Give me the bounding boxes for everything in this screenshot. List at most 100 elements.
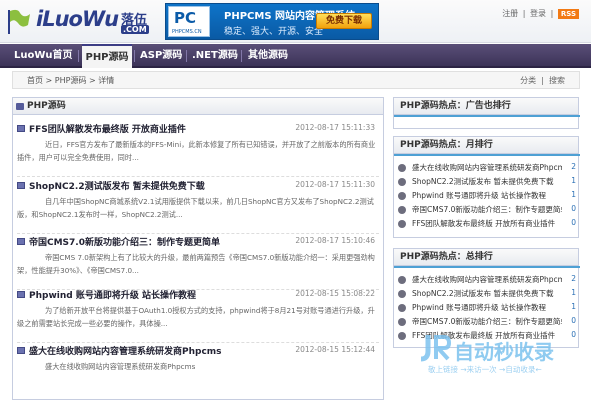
category-link[interactable]: 分类 [520,76,536,85]
nav-divider [186,50,187,62]
nav-divider [134,50,135,62]
rank-count: 1 [571,288,576,297]
sidebar-ad-panel: PHP源码热点：广告也排行 [393,97,580,129]
rank-item[interactable]: Phpwind 账号通即将升级 站长操作教程 1 [398,190,576,203]
phpcms-banner-ad[interactable]: PC PHPCMS.CN PHPCMS 网站内容管理系统 稳定、强大、开源、安全… [165,3,379,40]
accent-bar [394,266,580,268]
sidebar-ad-title: PHP源码热点：广告也排行 [400,101,511,111]
post-date: 2012-08-17 15:11:33 [295,123,375,132]
accent-bar [394,115,580,117]
sidebar-month-ranking: PHP源码热点：月排行 盛大在线收购网站内容管理系统研发商Phpcms 2 Sh… [393,136,580,238]
rank-item[interactable]: 盛大在线收购网站内容管理系统研发商Phpcms 2 [398,162,576,175]
banner-slogan: 稳定、强大、开源、安全 [224,27,324,37]
post-title[interactable]: Phpwind 账号通即将升级 站长操作教程 [29,288,196,301]
post-item: Phpwind 账号通即将升级 站长操作教程 2012-08-15 15:08:… [17,288,379,343]
panel-title: PHP源码 [27,101,66,111]
main-nav: LuoWu首页 PHP源码 ASP源码 .NET源码 其他源码 [0,44,591,68]
breadcrumb-actions: 分类 | 搜索 [520,76,565,85]
free-download-button[interactable]: 免费下载 [316,13,372,29]
watermark: 自动秒收录 敬上链接 →来访一次 →自动收录← [418,333,588,378]
bullet-icon [398,206,406,214]
rank-title[interactable]: Phpwind 账号通即将升级 站长操作教程 [412,190,562,201]
rank-title[interactable]: 帝国CMS7.0新版功能介绍三：制作专题更简单 [412,204,562,215]
post-title[interactable]: 帝国CMS7.0新版功能介绍三：制作专题更简单 [29,235,220,248]
divider [17,342,379,343]
rank-title[interactable]: ShopNC2.2测试版发布 暂未提供免费下载 [412,288,562,299]
rank-item[interactable]: 帝国CMS7.0新版功能介绍三：制作专题更简单 0 [398,316,576,329]
post-title[interactable]: ShopNC2.2测试版发布 暂未提供免费下载 [29,179,205,192]
rank-item[interactable]: 盛大在线收购网站内容管理系统研发商Phpcms 2 [398,274,576,287]
breadcrumb: 首页 > PHP源码 > 详情 分类 | 搜索 [12,71,580,89]
rank-title[interactable]: 盛大在线收购网站内容管理系统研发商Phpcms [412,274,562,285]
logo-com: .COM [121,25,149,34]
post-date: 2012-08-15 15:12:44 [295,345,375,354]
nav-divider [241,50,242,62]
rank-title[interactable]: 盛大在线收购网站内容管理系统研发商Phpcms [412,162,562,173]
bullet-icon [398,290,406,298]
breadcrumb-path[interactable]: 首页 > PHP源码 > 详情 [27,75,114,86]
rank-item[interactable]: Phpwind 账号通即将升级 站长操作教程 1 [398,302,576,315]
post-date: 2012-08-15 15:08:22 [295,289,375,298]
watermark-logo-icon [420,335,452,362]
nav-php-source[interactable]: PHP源码 [82,44,132,68]
rank-count: 0 [571,218,576,227]
folder-icon [16,103,24,110]
divider [17,233,379,234]
bullet-icon [398,276,406,284]
rss-icon[interactable]: RSS [557,9,579,19]
rank-count: 0 [571,204,576,213]
rank-item[interactable]: 帝国CMS7.0新版功能介绍三：制作专题更简单 0 [398,204,576,217]
rank-title[interactable]: FFS团队解散发布最终版 开放所有商业插件 [412,218,562,229]
rank-title[interactable]: Phpwind 账号通即将升级 站长操作教程 [412,302,562,313]
rank-item[interactable]: FFS团队解散发布最终版 开放所有商业插件 0 [398,218,576,231]
post-icon [17,125,25,132]
separator: | [550,9,554,18]
top-links: 注册 | 登录 | RSS [500,8,579,19]
rank-count: 2 [571,274,576,283]
register-link[interactable]: 注册 [502,9,518,18]
rank-count: 1 [571,190,576,199]
post-item: ShopNC2.2测试版发布 暂未提供免费下载 2012-08-17 15:11… [17,179,379,234]
bullet-icon [398,332,406,340]
sidebar-header: PHP源码热点：总排行 [394,249,580,268]
nav-dotnet-source[interactable]: .NET源码 [192,44,247,68]
rank-title[interactable]: ShopNC2.2测试版发布 暂未提供免费下载 [412,176,562,187]
rank-item[interactable]: ShopNC2.2测试版发布 暂未提供免费下载 1 [398,176,576,189]
post-description: 盛大在线收购网站内容管理系统研发商Phpcms [45,362,196,371]
accent-bar [394,154,580,156]
post-item: 盛大在线收购网站内容管理系统研发商Phpcms 2012-08-15 15:12… [17,344,379,384]
post-item: 帝国CMS7.0新版功能介绍三：制作专题更简单 2012-08-17 15:10… [17,235,379,290]
post-description: 帝国CMS 7.0新架构上有了比较大的升级，最前两篇预告《帝国CMS7.0新版功… [17,253,375,275]
watermark-slogan: 敬上链接 →来访一次 →自动收录← [428,365,542,374]
post-item: FFS团队解散发布最终版 开放商业插件 2012-08-17 15:11:33 … [17,122,379,177]
sidebar-month-title: PHP源码热点：月排行 [400,140,493,150]
nav-other-source[interactable]: 其他源码 [248,44,298,68]
rank-count: 2 [571,162,576,171]
bullet-icon [398,304,406,312]
sidebar-header: PHP源码热点：广告也排行 [394,98,580,117]
rank-count: 0 [571,316,576,325]
post-description: 为了给新开放平台将提供基于OAuth1.0授权方式的支持，phpwind将于8月… [17,306,375,328]
phpcms-logo-sub: PHPCMS.CN [172,29,202,35]
post-icon [17,291,25,298]
nav-home[interactable]: LuoWu首页 [14,44,74,68]
nav-asp-source[interactable]: ASP源码 [140,44,190,68]
sidebar-total-title: PHP源码热点：总排行 [400,252,493,262]
nav-divider [78,50,79,62]
post-list-panel: PHP源码 FFS团队解散发布最终版 开放商业插件 2012-08-17 15:… [12,97,384,400]
search-link[interactable]: 搜索 [549,76,565,85]
post-title[interactable]: 盛大在线收购网站内容管理系统研发商Phpcms [29,344,222,357]
rank-count: 1 [571,302,576,311]
site-logo[interactable]: iLuoWu 落伍 .COM [6,6,166,38]
post-date: 2012-08-17 15:10:46 [295,236,375,245]
post-title[interactable]: FFS团队解散发布最终版 开放商业插件 [29,122,186,135]
login-link[interactable]: 登录 [530,9,546,18]
phpcms-logo-text: PC [174,9,197,27]
panel-header: PHP源码 [13,98,383,115]
rank-title[interactable]: 帝国CMS7.0新版功能介绍三：制作专题更简单 [412,316,562,327]
watermark-brand: 自动秒收录 [454,340,554,364]
rank-item[interactable]: ShopNC2.2测试版发布 暂未提供免费下载 1 [398,288,576,301]
logo-text: iLuoWu [36,7,119,31]
bullet-icon [398,178,406,186]
flag-icon [8,9,30,34]
